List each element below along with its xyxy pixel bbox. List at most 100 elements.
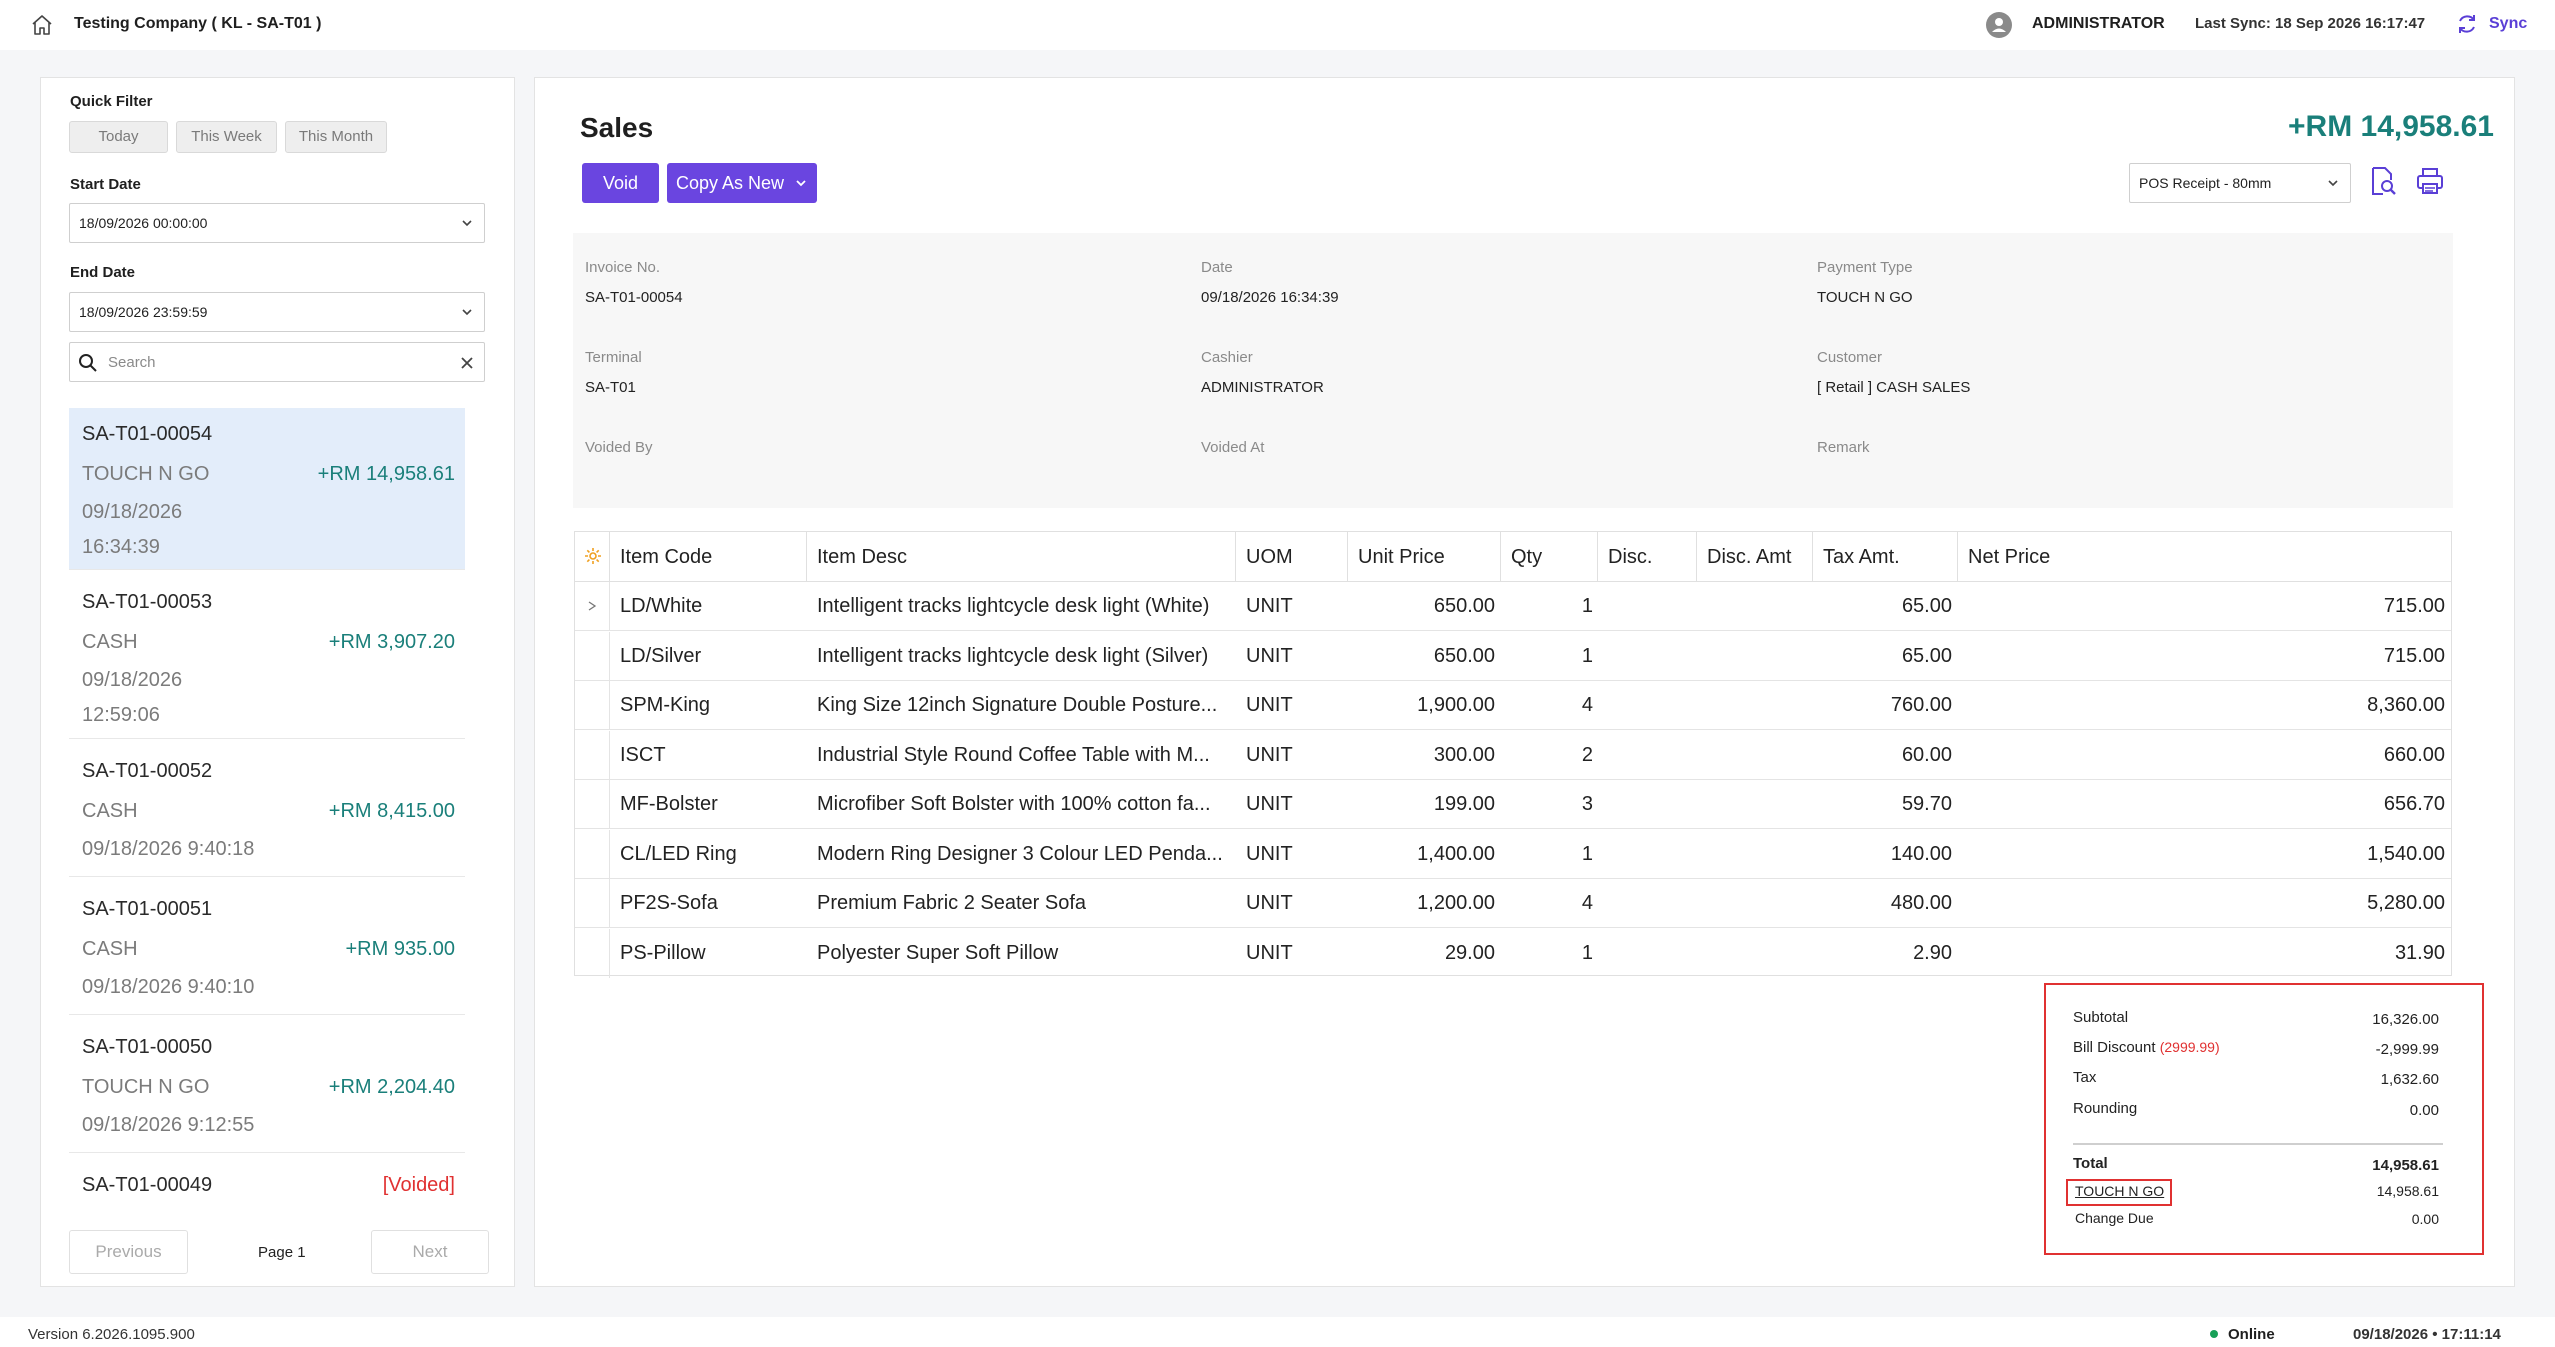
invoice-list-item[interactable]: SA-T01-00054 TOUCH N GO +RM 14,958.61 09… xyxy=(69,408,465,570)
cell-qty: 1 xyxy=(1581,941,1593,964)
table-row[interactable]: LD/White Intelligent tracks lightcycle de… xyxy=(575,582,2451,631)
date-label: Date xyxy=(1201,259,1233,276)
table-row[interactable]: ISCT Industrial Style Round Coffee Table … xyxy=(575,730,2451,780)
subtotal-label: Subtotal xyxy=(2073,1009,2129,1026)
filter-this-week-button[interactable]: This Week xyxy=(176,121,277,153)
invoice-list-item[interactable]: SA-T01-00050 TOUCH N GO +RM 2,204.40 09/… xyxy=(69,1021,465,1153)
cell-net-price: 31.90 xyxy=(2394,941,2445,964)
invoice-filter-panel: Quick Filter Today This Week This Month … xyxy=(40,77,515,1287)
row-expand-handle[interactable] xyxy=(575,730,610,780)
table-row[interactable]: MF-Bolster Microfiber Soft Bolster with 1… xyxy=(575,780,2451,829)
clear-icon[interactable] xyxy=(458,354,476,372)
cell-qty: 4 xyxy=(1581,892,1593,914)
payment-method-link[interactable]: TOUCH N GO xyxy=(2075,1183,2164,1199)
rounding-value: 0.00 xyxy=(2409,1102,2439,1119)
row-expand-handle[interactable] xyxy=(575,631,610,681)
header-item-code[interactable]: Item Code xyxy=(610,532,807,582)
end-date-field[interactable]: 18/09/2026 23:59:59 xyxy=(69,292,485,332)
next-page-button[interactable]: Next xyxy=(371,1230,489,1274)
table-row[interactable]: SPM-King King Size 12inch Signature Doubl… xyxy=(575,681,2451,730)
current-datetime: 09/18/2026 • 17:11:14 xyxy=(2353,1326,2501,1343)
header-tax-amt[interactable]: Tax Amt. xyxy=(1813,532,1958,582)
terminal-value: SA-T01 xyxy=(585,379,636,396)
column-settings-icon[interactable] xyxy=(584,547,602,565)
invoice-total: +RM 14,958.61 xyxy=(2288,110,2494,143)
filter-this-month-button[interactable]: This Month xyxy=(285,121,387,153)
header-item-desc[interactable]: Item Desc xyxy=(807,532,1236,582)
previous-page-button[interactable]: Previous xyxy=(69,1230,188,1274)
cell-net-price: 715.00 xyxy=(2383,644,2445,667)
payment-value: 14,958.61 xyxy=(2376,1183,2439,1199)
invoice-time: 16:34:39 xyxy=(82,536,160,558)
cell-tax-amt: 2.90 xyxy=(1913,941,1952,964)
cell-tax-amt: 760.00 xyxy=(1890,694,1952,716)
header-disc[interactable]: Disc. xyxy=(1598,532,1697,582)
expand-row-icon[interactable] xyxy=(587,601,597,611)
row-expand-handle[interactable] xyxy=(575,681,610,730)
cell-disc-amt xyxy=(1697,582,1813,631)
cell-tax-amt: 65.00 xyxy=(1901,644,1952,667)
chevron-down-icon xyxy=(2328,180,2338,187)
cell-disc xyxy=(1598,879,1697,928)
user-name[interactable]: ADMINISTRATOR xyxy=(2032,15,2165,33)
header-unit-price[interactable]: Unit Price xyxy=(1348,532,1501,582)
cashier-label: Cashier xyxy=(1201,349,1253,366)
cell-uom: UNIT xyxy=(1246,892,1293,914)
table-row[interactable]: CL/LED Ring Modern Ring Designer 3 Colour… xyxy=(575,829,2451,879)
row-expand-handle[interactable] xyxy=(575,829,610,879)
voided-by-label: Voided By xyxy=(585,439,653,456)
invoice-list-item[interactable]: SA-T01-00053 CASH +RM 3,907.20 09/18/202… xyxy=(69,576,465,739)
table-row[interactable]: PS-Pillow Polyester Super Soft Pillow UNIT… xyxy=(575,928,2451,978)
column-settings[interactable] xyxy=(575,532,610,582)
total-value: 14,958.61 xyxy=(2372,1157,2439,1174)
invoice-date: 09/18/2026 9:40:10 xyxy=(82,976,255,998)
invoice-number: SA-T01-00049 xyxy=(82,1174,213,1196)
start-date-field[interactable]: 18/09/2026 00:00:00 xyxy=(69,203,485,243)
user-avatar-icon[interactable] xyxy=(1986,12,2012,38)
cell-disc xyxy=(1598,731,1697,780)
receipt-format-select[interactable]: POS Receipt - 80mm xyxy=(2129,163,2351,203)
cell-net-price: 656.70 xyxy=(2383,793,2445,815)
invoice-list-item[interactable]: SA-T01-00052 CASH +RM 8,415.00 09/18/202… xyxy=(69,745,465,877)
cell-uom: UNIT xyxy=(1246,941,1293,964)
search-input[interactable]: Search xyxy=(69,342,485,382)
copy-as-new-button[interactable]: Copy As New xyxy=(667,163,817,203)
search-icon xyxy=(79,354,97,372)
cell-disc xyxy=(1598,582,1697,631)
header-qty[interactable]: Qty xyxy=(1501,532,1598,582)
sync-icon[interactable] xyxy=(2455,12,2479,36)
sync-button[interactable]: Sync xyxy=(2489,15,2527,33)
start-date-value: 18/09/2026 00:00:00 xyxy=(79,215,208,231)
row-expand-handle[interactable] xyxy=(575,879,610,928)
row-expand-handle[interactable] xyxy=(575,582,610,631)
void-button[interactable]: Void xyxy=(582,163,659,203)
header-uom[interactable]: UOM xyxy=(1236,532,1348,582)
header-net-price[interactable]: Net Price xyxy=(1958,532,2451,582)
home-icon[interactable] xyxy=(30,13,54,37)
subtotal-value: 16,326.00 xyxy=(2372,1011,2439,1028)
invoice-date: 09/18/2026 9:12:55 xyxy=(82,1114,255,1136)
row-expand-handle[interactable] xyxy=(575,780,610,829)
quick-filter-label: Quick Filter xyxy=(70,93,153,110)
bill-discount-text: Bill Discount xyxy=(2073,1039,2156,1056)
row-expand-handle[interactable] xyxy=(575,928,610,978)
invoice-list-item[interactable]: SA-T01-00051 CASH +RM 935.00 09/18/2026 … xyxy=(69,883,465,1015)
print-preview-icon[interactable] xyxy=(2369,166,2397,196)
cell-unit-price: 29.00 xyxy=(1444,941,1495,964)
invoice-list-item[interactable]: SA-T01-00049 [Voided] xyxy=(69,1159,465,1219)
cell-disc xyxy=(1598,830,1697,879)
invoice-amount: +RM 2,204.40 xyxy=(328,1076,455,1098)
cell-uom: UNIT xyxy=(1246,743,1293,766)
cell-unit-price: 1,900.00 xyxy=(1417,694,1495,716)
print-icon[interactable] xyxy=(2415,166,2445,196)
table-row[interactable]: LD/Silver Intelligent tracks lightcycle d… xyxy=(575,631,2451,681)
invoice-amount: +RM 935.00 xyxy=(345,938,455,960)
invoice-number: SA-T01-00050 xyxy=(82,1036,213,1058)
header-disc-amt[interactable]: Disc. Amt xyxy=(1697,532,1813,582)
chevron-down-icon xyxy=(796,180,806,187)
filter-today-button[interactable]: Today xyxy=(69,121,168,153)
table-row[interactable]: PF2S-Sofa Premium Fabric 2 Seater Sofa UNI… xyxy=(575,879,2451,928)
invoice-number: SA-T01-00051 xyxy=(82,898,213,920)
connection-status: Online xyxy=(2228,1326,2275,1343)
start-date-label: Start Date xyxy=(70,176,141,193)
